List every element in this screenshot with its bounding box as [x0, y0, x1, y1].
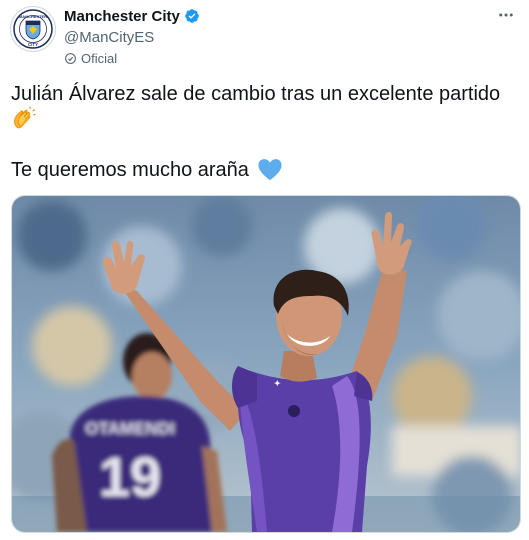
- crest-bottom-text: CITY: [28, 42, 38, 47]
- blue-heart-icon: [258, 159, 282, 181]
- more-dots-icon: [499, 13, 513, 17]
- display-name[interactable]: Manchester City: [64, 8, 180, 25]
- tweet-card: MANCHESTER CITY Manchester City @ManCity…: [0, 0, 529, 540]
- official-label: Oficial: [81, 51, 118, 66]
- account-handle[interactable]: @ManCityES: [64, 29, 200, 46]
- tweet-text-line2: Te queremos mucho araña: [11, 158, 283, 182]
- tweet-header: Manchester City @ManCityES Oficial: [64, 6, 200, 66]
- tweet-text-line1: Julián Álvarez sale de cambio tras un ex…: [11, 83, 501, 105]
- official-label-row: Oficial: [64, 51, 200, 66]
- verified-badge-icon: [185, 9, 199, 23]
- tweet-photo[interactable]: OTAMENDI 19 ✦: [11, 195, 521, 533]
- more-options-button[interactable]: [495, 4, 517, 26]
- account-avatar[interactable]: MANCHESTER CITY: [10, 6, 56, 52]
- tweet-text-line2-text: Te queremos mucho araña: [11, 159, 249, 181]
- official-check-icon: [65, 53, 76, 64]
- crest-top-text: MANCHESTER: [19, 14, 47, 19]
- photo-celebration: OTAMENDI 19 ✦: [12, 196, 520, 532]
- name-row: Manchester City: [64, 6, 200, 26]
- clapping-hands-icon: [14, 106, 36, 129]
- club-crest-icon: MANCHESTER CITY: [12, 8, 54, 50]
- jersey-number-text: 19: [99, 445, 161, 508]
- jersey-name-text: OTAMENDI: [85, 419, 174, 438]
- svg-text:✦: ✦: [274, 379, 281, 388]
